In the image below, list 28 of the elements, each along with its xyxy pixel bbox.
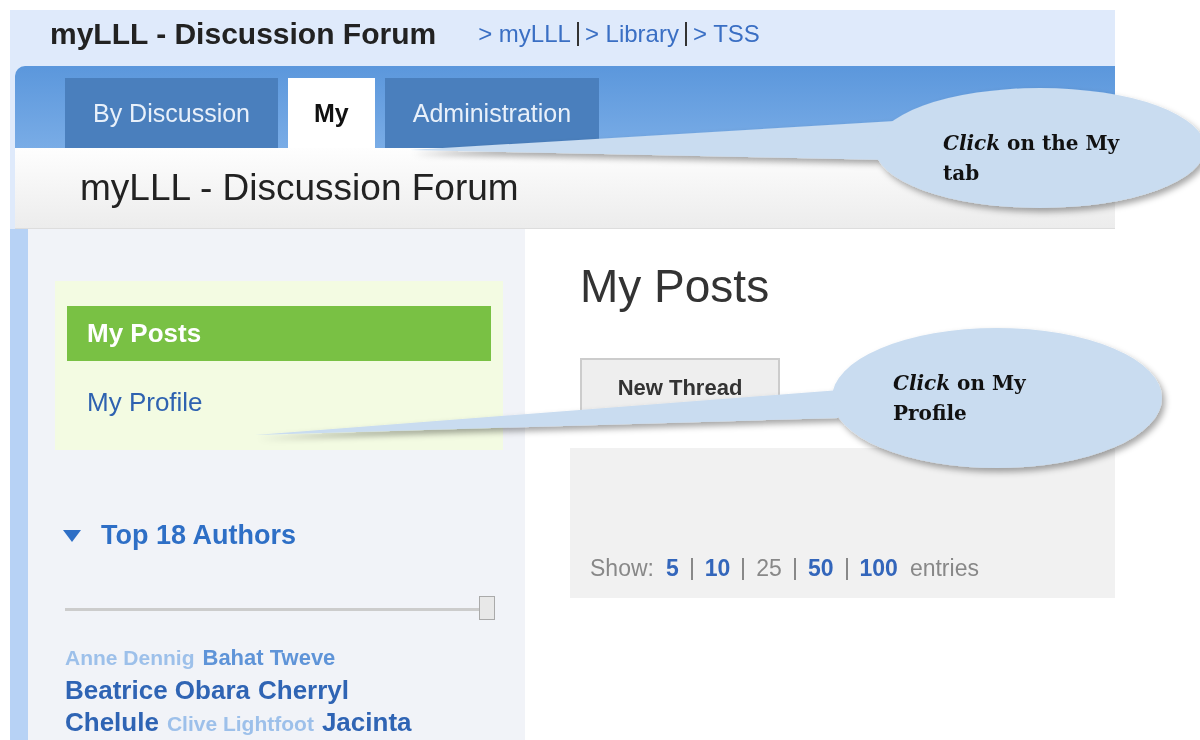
page-size-link[interactable]: 10 bbox=[692, 555, 743, 582]
section-heading: My Posts bbox=[580, 259, 770, 313]
tab[interactable]: By Discussion bbox=[65, 78, 278, 149]
page-title: myLLL - Discussion Forum bbox=[80, 167, 519, 210]
page-size-link[interactable]: 50 bbox=[795, 555, 846, 582]
breadcrumb-link[interactable]: > myLLL bbox=[478, 20, 571, 49]
section-heading: Top 18 Authors bbox=[101, 520, 296, 551]
expand-triangle-icon[interactable] bbox=[63, 529, 81, 542]
page-size-link[interactable]: 5 bbox=[653, 555, 691, 582]
author-link[interactable]: Chelule bbox=[65, 706, 159, 738]
page-size-link[interactable]: 100 bbox=[847, 555, 910, 582]
author-link[interactable]: Cherryl bbox=[258, 674, 350, 706]
site-title: myLLL - Discussion Forum bbox=[50, 17, 437, 52]
callout-text: Click on My Profile bbox=[893, 370, 1027, 427]
author-link[interactable]: Jacinta bbox=[321, 706, 412, 738]
slider[interactable] bbox=[65, 596, 495, 622]
breadcrumb-link[interactable]: > Library bbox=[584, 20, 679, 49]
callout-text: Click on the My tab bbox=[943, 130, 1121, 187]
breadcrumb-link[interactable]: > TSS bbox=[692, 20, 760, 49]
sidebar-item[interactable]: My Profile bbox=[67, 375, 491, 430]
show-label: Show: bbox=[590, 555, 654, 582]
slider-thumb[interactable] bbox=[479, 596, 495, 620]
entries-label: entries bbox=[909, 555, 979, 582]
page-size-link[interactable]: 25 bbox=[744, 555, 794, 582]
tab[interactable]: Administration bbox=[384, 78, 600, 149]
author-link[interactable]: Beatrice Obara bbox=[65, 674, 250, 706]
tab[interactable]: My bbox=[288, 78, 375, 149]
author-link[interactable]: Bahat Tweve bbox=[202, 642, 336, 674]
